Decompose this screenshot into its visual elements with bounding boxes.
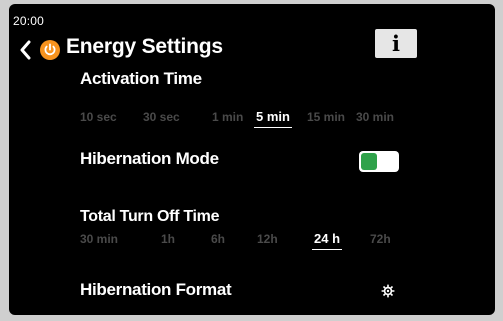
activation-option-1-min[interactable]: 1 min: [212, 110, 243, 124]
hibernation-mode-toggle[interactable]: [359, 151, 399, 172]
status-clock: 20:00: [13, 14, 45, 28]
back-button[interactable]: [15, 38, 35, 62]
energy-settings-screen: 20:00 Energy Settings i Activation Time …: [9, 4, 495, 315]
hibernation-format-title: Hibernation Format: [80, 280, 232, 299]
activation-time-title: Activation Time: [80, 69, 202, 88]
activation-option-15-min[interactable]: 15 min: [307, 110, 345, 124]
activation-option-30-min[interactable]: 30 min: [356, 110, 394, 124]
turn-off-option-1h[interactable]: 1h: [161, 232, 175, 246]
activation-option-5-min[interactable]: 5 min: [254, 109, 292, 128]
activation-option-30-sec[interactable]: 30 sec: [143, 110, 180, 124]
turn-off-option-30-min[interactable]: 30 min: [80, 232, 118, 246]
power-icon: [40, 40, 60, 60]
turn-off-option-6h[interactable]: 6h: [211, 232, 225, 246]
hibernation-mode-title: Hibernation Mode: [80, 149, 219, 168]
page-title: Energy Settings: [66, 35, 223, 58]
turn-off-option-12h[interactable]: 12h: [257, 232, 278, 246]
toggle-on-indicator: [361, 153, 377, 170]
turn-off-option-24h[interactable]: 24 h: [311, 231, 343, 250]
info-button[interactable]: i: [375, 29, 417, 58]
chevron-left-icon: [20, 40, 31, 60]
turn-off-option-72h[interactable]: 72h: [370, 232, 391, 246]
gear-icon[interactable]: [381, 284, 395, 298]
info-icon: i: [392, 31, 400, 56]
activation-option-10-sec[interactable]: 10 sec: [80, 110, 117, 124]
total-turn-off-time-title: Total Turn Off Time: [80, 208, 220, 225]
